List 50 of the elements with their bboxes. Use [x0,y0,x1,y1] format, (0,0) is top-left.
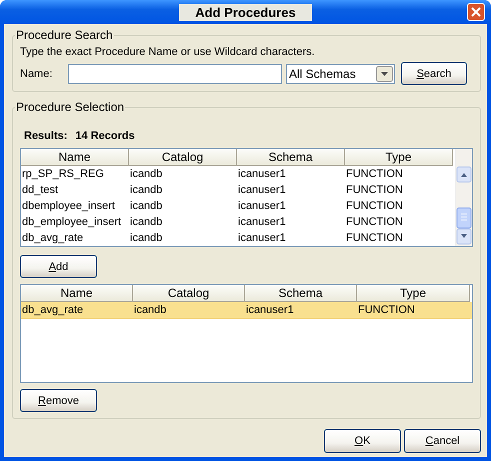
results-label: Results: [24,130,68,142]
table-cell-text: rp_SP_RS_REG [21,167,105,182]
table-cell-text: icanuser1 [237,183,287,198]
column-header[interactable]: Name [21,149,129,166]
instruction-text: Type the exact Procedure Name or use Wildcard characters. [20,46,316,58]
remove-button[interactable]: Remove [20,389,97,412]
table-cell-text: icanuser1 [237,199,287,214]
results-count: 14 Records [75,130,135,142]
table-cell-text: dbemployee_insert [21,199,116,214]
table-cell-text: db_employee_insert [21,215,122,230]
table-cell: FUNCTION [357,302,470,319]
table-cell-text: icandb [129,183,164,198]
column-header[interactable]: Catalog [133,285,245,302]
caret-icon [376,66,393,82]
scrollbar[interactable] [455,149,472,246]
window-title: Add Procedures [179,4,312,20]
column-header[interactable]: Schema [237,149,345,166]
table-cell: icandb [133,302,245,319]
table-cell-text: FUNCTION [345,215,404,230]
table-cell-text: dd_test [21,183,60,198]
search-button[interactable]: Search [401,62,467,85]
add-button[interactable]: Add [20,255,97,278]
column-header[interactable]: Name [21,285,133,302]
table-cell-text: icandb [129,199,164,214]
table-cell-text: FUNCTION [345,199,404,214]
table-cell-text: icanuser1 [237,215,287,230]
column-header[interactable]: Catalog [129,149,237,166]
close-icon [471,7,481,17]
name-label: Name: [20,68,54,80]
table-cell: icanuser1 [245,302,357,319]
table-cell-text: icanuser1 [237,231,287,246]
cancel-button[interactable]: Cancel [404,429,481,453]
table-cell-text: FUNCTION [345,167,404,182]
table-cell-text: db_avg_rate [21,231,84,246]
name-field[interactable] [68,64,282,84]
table-cell-text: icanuser1 [237,167,287,182]
table-cell-text: FUNCTION [345,231,404,246]
table-cell-text: icandb [129,215,164,230]
column-header[interactable]: Type [357,285,470,302]
table-cell-text: icandb [129,231,164,246]
group-title: Procedure Selection [15,100,126,114]
group-title: Procedure Search [15,28,114,42]
column-header[interactable]: Type [345,149,453,166]
table-cell-text: icandb [129,167,164,182]
table-cell-text: FUNCTION [345,183,404,198]
column-header[interactable]: Schema [245,285,357,302]
table-cell: db_avg_rate [21,302,133,319]
close-button[interactable] [467,3,485,21]
schema-dropdown[interactable]: All Schemas [286,64,395,84]
ok-button[interactable]: OK [324,429,401,453]
